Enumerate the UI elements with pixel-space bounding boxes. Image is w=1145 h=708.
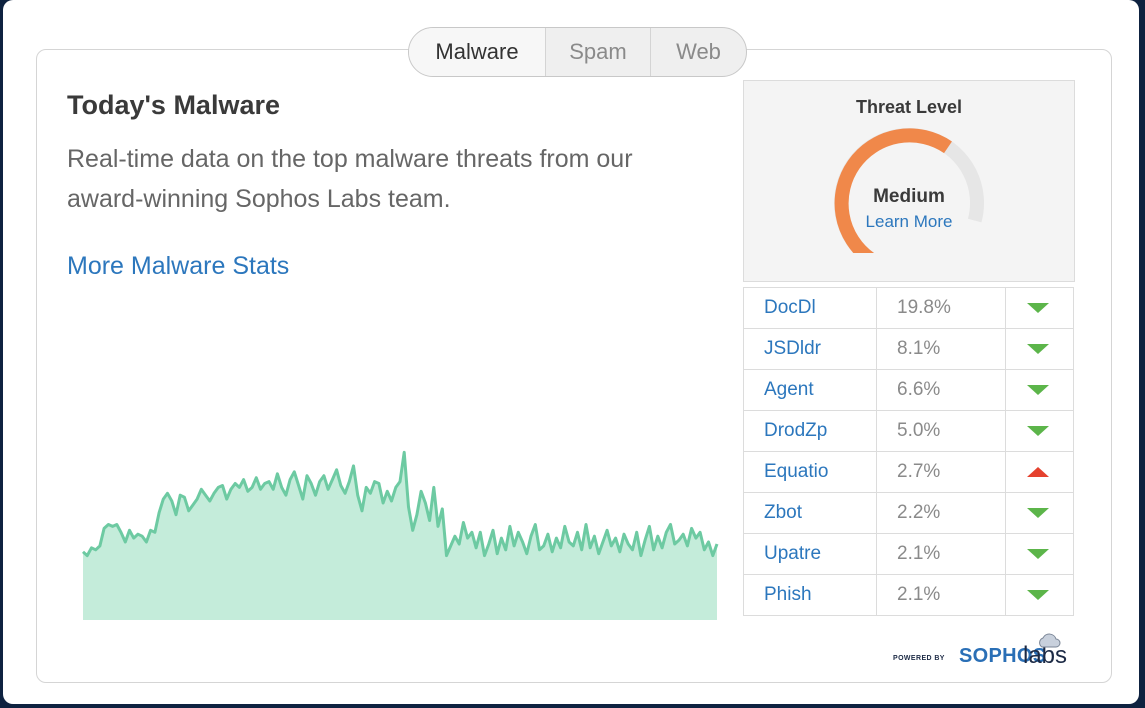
trend-down-icon — [1027, 344, 1049, 354]
threat-row[interactable]: Equatio 2.7% — [743, 451, 1074, 493]
trend-down-icon — [1027, 590, 1049, 600]
trend-down-icon — [1027, 426, 1049, 436]
threat-name[interactable]: JSDldr — [743, 328, 877, 370]
trend-cell — [1005, 369, 1074, 411]
more-stats-link[interactable]: More Malware Stats — [67, 252, 289, 281]
threat-percent: 2.1% — [876, 574, 1006, 616]
threat-percent: 2.2% — [876, 492, 1006, 534]
threat-percent: 2.1% — [876, 533, 1006, 575]
trend-cell — [1005, 410, 1074, 452]
trend-down-icon — [1027, 303, 1049, 313]
powered-by-label: POWERED BY — [893, 655, 945, 662]
malware-trend-chart — [81, 450, 719, 620]
trend-down-icon — [1027, 385, 1049, 395]
threat-name[interactable]: Zbot — [743, 492, 877, 534]
trend-down-icon — [1027, 549, 1049, 559]
threat-percent: 19.8% — [876, 287, 1006, 329]
threat-row[interactable]: Phish 2.1% — [743, 574, 1074, 616]
threat-row[interactable]: Upatre 2.1% — [743, 533, 1074, 575]
threat-row[interactable]: Agent 6.6% — [743, 369, 1074, 411]
trend-cell — [1005, 492, 1074, 534]
threat-level-panel: Threat Level Medium Learn More — [743, 80, 1075, 282]
learn-more-link[interactable]: Learn More — [744, 212, 1074, 232]
threat-row[interactable]: DrodZp 5.0% — [743, 410, 1074, 452]
threat-table: DocDl 19.8% JSDldr 8.1% Agent 6.6% DrodZp 5.0% E… — [743, 287, 1074, 616]
cloud-icon — [1039, 633, 1061, 648]
trend-cell — [1005, 287, 1074, 329]
threat-row[interactable]: Zbot 2.2% — [743, 492, 1074, 534]
threat-name[interactable]: DrodZp — [743, 410, 877, 452]
threat-level-title: Threat Level — [855, 97, 963, 117]
trend-cell — [1005, 328, 1074, 370]
threat-row[interactable]: DocDl 19.8% — [743, 287, 1074, 329]
powered-by-logo: POWERED BY SOPHOS labs — [893, 633, 1073, 673]
trend-cell — [1005, 533, 1074, 575]
threat-percent: 6.6% — [876, 369, 1006, 411]
trend-up-icon — [1027, 467, 1049, 477]
tab-spam[interactable]: Spam — [545, 28, 650, 76]
threat-level-value: Medium — [873, 186, 945, 207]
threat-percent: 8.1% — [876, 328, 1006, 370]
tab-malware[interactable]: Malware — [409, 28, 545, 76]
tab-bar: Malware Spam Web — [408, 27, 747, 77]
tab-web[interactable]: Web — [650, 28, 746, 76]
trend-down-icon — [1027, 508, 1049, 518]
threat-percent: 5.0% — [876, 410, 1006, 452]
threat-name[interactable]: Phish — [743, 574, 877, 616]
threat-row[interactable]: JSDldr 8.1% — [743, 328, 1074, 370]
description: Real-time data on the top malware threat… — [67, 145, 633, 213]
threat-name[interactable]: Equatio — [743, 451, 877, 493]
threat-name[interactable]: Agent — [743, 369, 877, 411]
threat-name[interactable]: DocDl — [743, 287, 877, 329]
threat-percent: 2.7% — [876, 451, 1006, 493]
trend-cell — [1005, 574, 1074, 616]
page-title: Today's Malware — [67, 90, 280, 120]
threat-name[interactable]: Upatre — [743, 533, 877, 575]
trend-cell — [1005, 451, 1074, 493]
